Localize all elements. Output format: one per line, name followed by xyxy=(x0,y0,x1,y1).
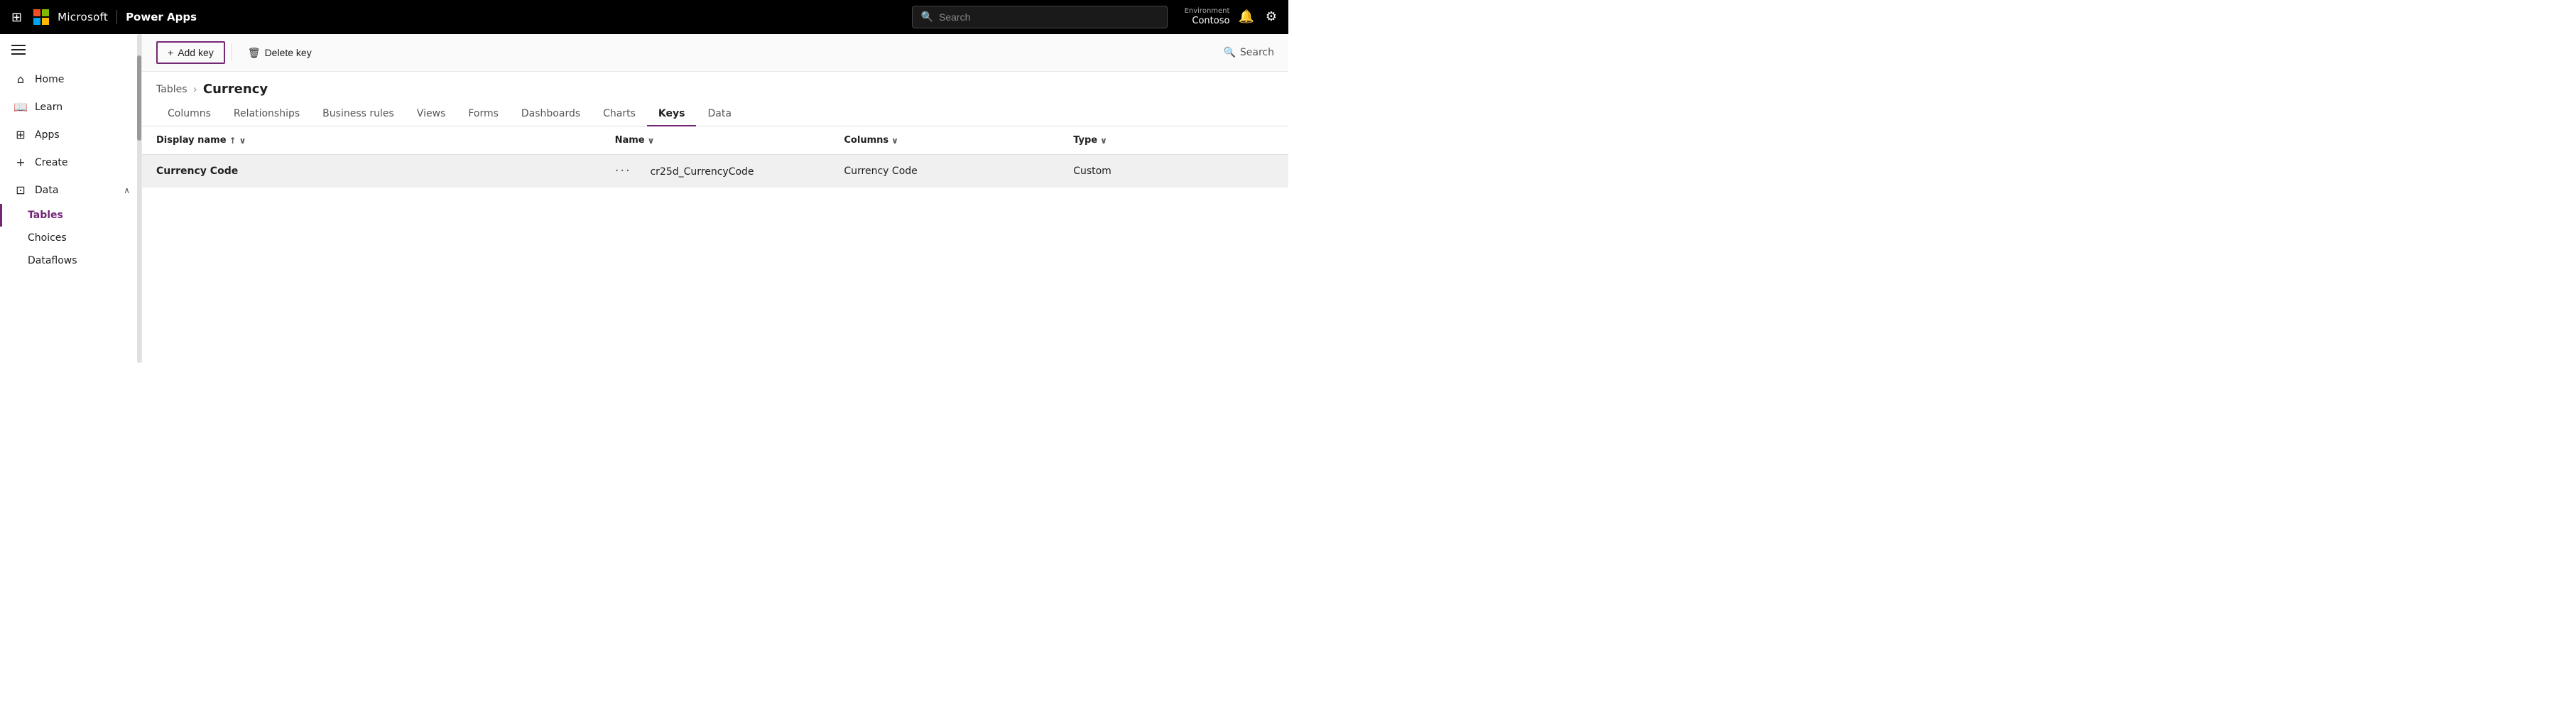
cell-type: Custom xyxy=(1059,155,1288,188)
sidebar-toggle-button[interactable] xyxy=(0,34,141,65)
sidebar-sub-dataflows[interactable]: Dataflows xyxy=(0,249,141,272)
add-key-icon: + xyxy=(168,47,173,58)
content-area: + Add key 🗑 Delete key 🔍 Search Tables ›… xyxy=(142,34,1288,363)
sidebar-item-create[interactable]: + Create xyxy=(0,148,141,176)
tab-data[interactable]: Data xyxy=(696,102,742,126)
sidebar-sub-choices-label: Choices xyxy=(28,232,67,244)
learn-icon: 📖 xyxy=(13,100,28,114)
table-row[interactable]: Currency Code ··· cr25d_CurrencyCode Cur… xyxy=(142,155,1288,188)
breadcrumb: Tables › Currency xyxy=(142,72,1288,97)
sidebar: ⌂ Home 📖 Learn ⊞ Apps + Create ⊡ Data ∧ … xyxy=(0,34,142,363)
breadcrumb-tables-link[interactable]: Tables xyxy=(156,84,188,95)
sort-type-icon: ∨ xyxy=(1100,136,1107,146)
waffle-icon[interactable]: ⊞ xyxy=(9,7,25,28)
sidebar-item-home[interactable]: ⌂ Home xyxy=(0,65,141,93)
row-context-menu[interactable]: ··· xyxy=(615,163,631,178)
toolbar: + Add key 🗑 Delete key 🔍 Search xyxy=(142,34,1288,72)
sidebar-item-apps[interactable]: ⊞ Apps xyxy=(0,121,141,148)
sidebar-item-data[interactable]: ⊡ Data ∧ xyxy=(0,176,141,204)
sidebar-item-home-label: Home xyxy=(35,74,64,85)
data-expand-icon: ∧ xyxy=(124,185,130,195)
breadcrumb-separator: › xyxy=(193,82,197,96)
notifications-button[interactable]: 🔔 xyxy=(1235,6,1256,27)
sort-columns-icon: ∨ xyxy=(891,136,898,146)
add-key-button[interactable]: + Add key xyxy=(156,41,225,64)
create-icon: + xyxy=(13,156,28,169)
tab-business-rules[interactable]: Business rules xyxy=(311,102,406,126)
tab-relationships[interactable]: Relationships xyxy=(222,102,311,126)
toolbar-search-label: Search xyxy=(1240,47,1274,58)
table-area: Display name ↑ ∨ Name ∨ xyxy=(142,126,1288,363)
tab-forms[interactable]: Forms xyxy=(457,102,510,126)
sidebar-sub-tables-label: Tables xyxy=(28,210,63,221)
environment-block: Environment Contoso xyxy=(1185,6,1230,28)
sidebar-scrollbar[interactable] xyxy=(137,34,141,363)
sidebar-item-learn[interactable]: 📖 Learn xyxy=(0,93,141,121)
toolbar-search-icon: 🔍 xyxy=(1223,47,1235,58)
breadcrumb-current: Currency xyxy=(203,82,268,97)
global-search-box[interactable]: 🔍 xyxy=(912,6,1168,28)
col-header-columns[interactable]: Columns ∨ xyxy=(830,126,1059,155)
table-header-row: Display name ↑ ∨ Name ∨ xyxy=(142,126,1288,155)
sidebar-item-learn-label: Learn xyxy=(35,102,63,113)
topbar-divider xyxy=(116,10,117,24)
tab-dashboards[interactable]: Dashboards xyxy=(510,102,592,126)
hamburger-icon xyxy=(11,43,26,57)
cell-row-actions: ··· cr25d_CurrencyCode xyxy=(601,155,830,188)
sidebar-item-data-label: Data xyxy=(35,185,58,196)
sort-asc-icon: ↑ xyxy=(229,136,237,146)
main-layout: ⌂ Home 📖 Learn ⊞ Apps + Create ⊡ Data ∧ … xyxy=(0,34,1288,363)
home-icon: ⌂ xyxy=(13,72,28,86)
topbar: ⊞ Microsoft Power Apps 🔍 Environment Con… xyxy=(0,0,1288,34)
tab-charts[interactable]: Charts xyxy=(592,102,647,126)
sidebar-scrollbar-thumb[interactable] xyxy=(137,55,141,141)
col-header-name[interactable]: Name ∨ xyxy=(601,126,830,155)
sort-toggle-icon[interactable]: ∨ xyxy=(239,136,246,146)
toolbar-search-area[interactable]: 🔍 Search xyxy=(1223,47,1274,58)
global-search-input[interactable] xyxy=(939,11,1158,23)
tab-keys[interactable]: Keys xyxy=(647,102,697,126)
tab-views[interactable]: Views xyxy=(406,102,457,126)
col-header-type[interactable]: Type ∨ xyxy=(1059,126,1288,155)
sort-name-icon: ∨ xyxy=(648,136,655,146)
env-label: Environment xyxy=(1185,6,1230,16)
topbar-icons: Environment Contoso 🔔 ⚙ xyxy=(1185,6,1280,28)
delete-key-button[interactable]: 🗑 Delete key xyxy=(237,42,322,64)
sidebar-item-apps-label: Apps xyxy=(35,129,60,141)
col-header-display-name[interactable]: Display name ↑ ∨ xyxy=(142,126,601,155)
sidebar-item-create-label: Create xyxy=(35,157,68,168)
cell-display-name: Currency Code xyxy=(142,155,601,188)
data-icon: ⊡ xyxy=(13,183,28,197)
env-name: Contoso xyxy=(1192,16,1229,28)
microsoft-logo xyxy=(33,9,49,25)
toolbar-divider xyxy=(231,44,232,61)
sidebar-sub-dataflows-label: Dataflows xyxy=(28,255,77,266)
tabs-bar: Columns Relationships Business rules Vie… xyxy=(142,97,1288,126)
settings-button[interactable]: ⚙ xyxy=(1263,6,1280,27)
add-key-label: Add key xyxy=(178,47,214,58)
apps-icon: ⊞ xyxy=(13,128,28,141)
keys-table: Display name ↑ ∨ Name ∨ xyxy=(142,126,1288,188)
delete-key-icon: 🗑 xyxy=(248,47,261,59)
search-icon: 🔍 xyxy=(921,11,933,23)
cell-columns: Currency Code xyxy=(830,155,1059,188)
app-name: Power Apps xyxy=(126,11,197,23)
tab-columns[interactable]: Columns xyxy=(156,102,222,126)
sidebar-sub-tables[interactable]: Tables xyxy=(0,204,141,227)
microsoft-brand: Microsoft xyxy=(58,11,108,23)
delete-key-label: Delete key xyxy=(265,47,312,58)
sidebar-sub-choices[interactable]: Choices xyxy=(0,227,141,249)
